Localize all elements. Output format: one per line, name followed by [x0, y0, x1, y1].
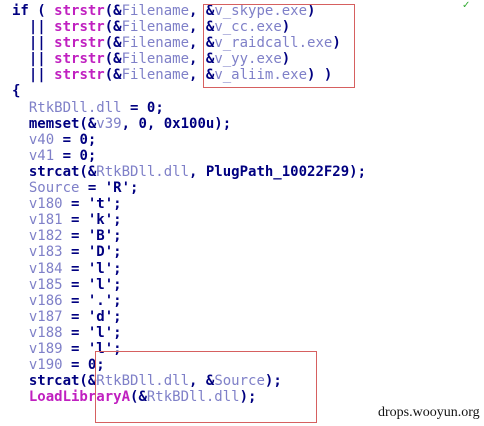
- code-token: v40: [28, 131, 55, 148]
- code-line: v182 = 'B';: [12, 228, 366, 244]
- code-token: strstr: [54, 19, 105, 36]
- code-line: memset(&v39, 0, 0x100u);: [12, 116, 366, 132]
- corner-mark: ✓: [462, 0, 471, 11]
- code-token: = 'D';: [62, 244, 122, 261]
- code-token: (&: [104, 19, 122, 36]
- code-token: ||: [12, 35, 55, 52]
- code-token: if (: [12, 3, 55, 19]
- code-line: Source = 'R';: [12, 180, 366, 196]
- code-token: strstr: [54, 35, 105, 52]
- code-token: v41: [28, 147, 55, 164]
- code-token: Source: [28, 180, 80, 197]
- code-token: v188: [28, 324, 63, 341]
- code-token: ||: [12, 19, 55, 36]
- code-token: RtkBDll.dll: [96, 163, 190, 180]
- code-token: Filename: [121, 67, 190, 84]
- code-token: PlugPath_10022F29: [205, 163, 350, 180]
- code-line: RtkBDll.dll = 0;: [12, 100, 366, 116]
- code-token: ||: [12, 67, 55, 84]
- code-token: v189: [28, 340, 63, 357]
- code-token: v182: [28, 228, 63, 245]
- code-token: (&: [104, 67, 122, 84]
- code-token: strstr: [54, 3, 105, 19]
- code-line: v181 = 'k';: [12, 212, 366, 228]
- code-token: {: [12, 83, 21, 100]
- code-token: v185: [28, 276, 63, 293]
- code-token: v184: [28, 260, 63, 277]
- code-line: v188 = 'l';: [12, 325, 366, 341]
- code-token: = 't';: [62, 196, 122, 213]
- code-line: v180 = 't';: [12, 196, 366, 212]
- code-token: = 'R';: [79, 180, 139, 197]
- code-token: strstr: [54, 67, 105, 84]
- code-token: = 'l';: [62, 260, 122, 277]
- code-line: v185 = 'l';: [12, 277, 366, 293]
- highlight-box-process-names: [203, 4, 355, 88]
- code-token: ,: [189, 163, 206, 180]
- code-line: v183 = 'D';: [12, 244, 366, 260]
- code-line: v40 = 0;: [12, 132, 366, 148]
- code-token: strstr: [54, 51, 105, 68]
- code-token: Filename: [121, 3, 190, 19]
- watermark: drops.wooyun.org: [378, 405, 480, 420]
- code-token: = 'B';: [62, 228, 122, 245]
- code-token: , 0, 0x100u);: [121, 115, 232, 132]
- code-token: = 'd';: [62, 308, 122, 325]
- code-token: (&: [104, 35, 122, 52]
- code-token: (&: [104, 51, 122, 68]
- code-token: strcat(&: [12, 373, 97, 390]
- code-token: strcat(&: [12, 163, 97, 180]
- code-token: v183: [28, 244, 63, 261]
- code-token: = 'l';: [62, 276, 122, 293]
- code-token: v39: [96, 115, 122, 132]
- code-token: Filename: [121, 51, 190, 68]
- code-token: = 'l';: [62, 324, 122, 341]
- code-token: RtkBDll.dll: [28, 99, 122, 116]
- code-token: v181: [28, 212, 63, 229]
- code-line: v186 = '.';: [12, 293, 366, 309]
- code-token: v180: [28, 196, 63, 213]
- code-token: = 'k';: [62, 212, 122, 229]
- code-token: = 0;: [54, 131, 97, 148]
- highlight-box-load-library: [95, 351, 317, 423]
- code-token: ||: [12, 51, 55, 68]
- code-token: v187: [28, 308, 63, 325]
- code-token: v186: [28, 292, 63, 309]
- code-token: memset(&: [12, 115, 97, 132]
- code-token: = '.';: [62, 292, 122, 309]
- code-token: v190: [28, 357, 63, 374]
- code-line: v187 = 'd';: [12, 309, 366, 325]
- code-token: ;: [155, 99, 164, 116]
- code-token: =: [121, 99, 147, 116]
- code-token: Filename: [121, 19, 190, 36]
- code-token: );: [349, 163, 367, 180]
- code-line: strcat(&RtkBDll.dll, PlugPath_10022F29);: [12, 164, 366, 180]
- code-token: Filename: [121, 35, 190, 52]
- code-line: v184 = 'l';: [12, 261, 366, 277]
- code-line: v41 = 0;: [12, 148, 366, 164]
- code-token: (&: [104, 3, 122, 19]
- code-token: = 0;: [54, 147, 97, 164]
